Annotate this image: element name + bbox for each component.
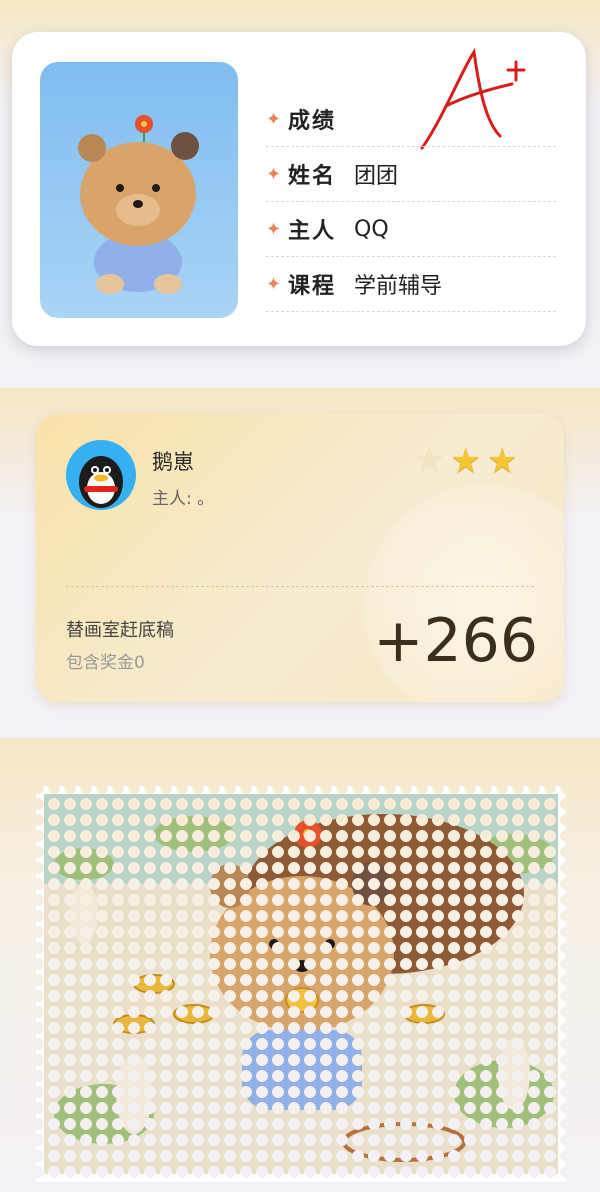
earnings-amount: +266 [373, 606, 538, 676]
row-label: 课程 [288, 274, 337, 299]
penguin-icon [79, 456, 123, 508]
row-owner: ✦ 主人 QQ [266, 202, 556, 257]
bonus-text: 包含奖金0 [66, 653, 145, 673]
rating-stars: ★ ★ ★ [414, 444, 517, 478]
row-name: ✦ 姓名 团团 [266, 147, 556, 202]
row-label: 姓名 [288, 164, 337, 189]
owner-subtitle: 主人: 。 [152, 489, 215, 509]
sparkle-icon: ✦ [266, 218, 282, 240]
pet-portrait [40, 62, 238, 318]
sparkle-icon: ✦ [266, 273, 282, 295]
star-icon: ★ [486, 441, 518, 481]
row-label: 成绩 [288, 109, 337, 134]
job-description: 替画室赶底稿 [66, 620, 174, 641]
star-icon: ★ [414, 441, 445, 481]
sparkle-icon: ✦ [266, 163, 282, 185]
row-value: 学前辅导 [354, 274, 443, 299]
earnings-card[interactable]: 鹅崽 主人: 。 ★ ★ ★ 替画室赶底稿 包含奖金0 +266 [36, 414, 564, 702]
row-label: 主人 [288, 219, 337, 244]
owner-name: 鹅崽 [152, 450, 194, 474]
row-grade: ✦ 成绩 [266, 92, 556, 147]
row-course: ✦ 课程 学前辅导 [266, 257, 556, 312]
owner-avatar[interactable] [66, 440, 136, 510]
star-icon: ★ [450, 441, 481, 481]
pet-profile-card: ✦ 成绩 ✦ 姓名 团团 ✦ 主人 QQ ✦ 课程 学前辅导 [12, 32, 586, 346]
sparkle-icon: ✦ [266, 108, 282, 130]
divider [66, 586, 534, 587]
pet-stamp-image [36, 786, 566, 1182]
row-value: 团团 [354, 164, 399, 189]
row-value: QQ [354, 216, 389, 242]
